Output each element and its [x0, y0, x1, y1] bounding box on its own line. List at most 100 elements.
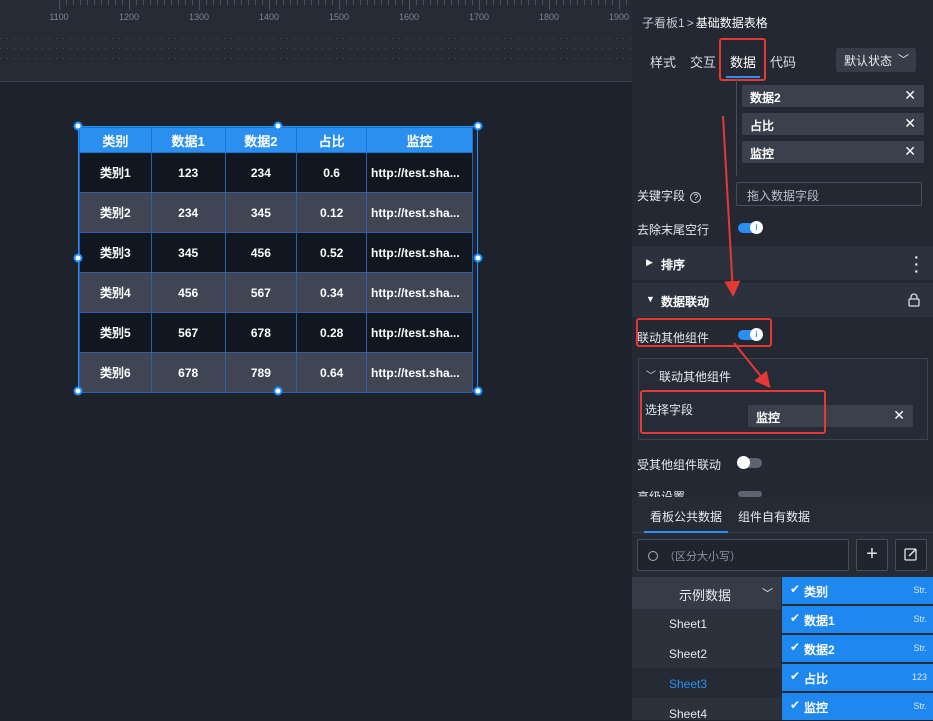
ruler-label: 1100 — [49, 12, 69, 22]
field-name: 数据1 — [804, 614, 835, 628]
resize-handle-bottom[interactable] — [273, 386, 283, 396]
table-cell: 456 — [150, 272, 226, 313]
ruler-minor-tick — [178, 0, 179, 5]
horizontal-ruler: 1100 1200 1300 1400 1500 1600 1700 1800 1900 — [0, 0, 683, 82]
check-icon: ✔ — [790, 611, 801, 625]
sheet-item[interactable]: Sheet4 — [669, 707, 707, 721]
field-type: Str. — [913, 643, 927, 653]
table-cell: 567 — [224, 272, 298, 313]
resize-handle-bl[interactable] — [73, 386, 83, 396]
ruler-minor-tick — [213, 0, 214, 5]
table-header-cell[interactable]: 类别 — [79, 127, 152, 153]
field-item[interactable]: ✔ 监控 Str. — [782, 693, 933, 720]
dataset-header[interactable]: 示例数据 ﹀ — [632, 577, 781, 609]
ruler-label: 1200 — [118, 12, 140, 22]
ruler-minor-tick — [556, 0, 557, 5]
properties-panel: 子看板1 > 基础数据表格 样式 交互 数据 代码 默认状态 ﹀ 数据2 ✕ 占比 … — [632, 0, 933, 721]
ruler-minor-tick — [94, 0, 95, 5]
ruler-minor-tick — [164, 0, 165, 5]
field-item[interactable]: ✔ 占比 123 — [782, 664, 933, 691]
ruler-tick — [549, 0, 550, 10]
table-header-cell[interactable]: 数据1 — [150, 127, 226, 153]
tab-public-data[interactable]: 看板公共数据 — [643, 508, 729, 533]
field-type: Str. — [913, 701, 927, 711]
data-table-widget[interactable]: 类别 数据1 数据2 占比 监控 类别1 123 234 0.6 http://test.sha… — [78, 126, 478, 393]
table-header-cell[interactable]: 数据2 — [224, 127, 298, 153]
table-header-cell[interactable]: 占比 — [296, 127, 368, 153]
resize-handle-left[interactable] — [73, 253, 83, 263]
data-source-tabs: 看板公共数据 组件自有数据 — [632, 497, 933, 533]
ruler-tick — [619, 0, 620, 10]
table-cell: 234 — [150, 192, 226, 233]
ruler-minor-tick — [276, 0, 277, 5]
table-row[interactable]: 类别2 234 345 0.12 http://test.sha... — [79, 192, 473, 233]
ruler-minor-tick — [66, 0, 67, 5]
table-row[interactable]: 类别4 456 567 0.34 http://test.sha... — [79, 272, 473, 313]
ruler-minor-tick — [430, 0, 431, 5]
search-input[interactable]: （区分大小写） — [637, 539, 849, 571]
ruler-minor-tick — [451, 0, 452, 5]
edit-icon — [904, 548, 917, 561]
ruler-minor-tick — [234, 0, 235, 5]
table-cell: 345 — [224, 192, 298, 233]
field-item[interactable]: ✔ 数据1 Str. — [782, 606, 933, 633]
resize-handle-top[interactable] — [273, 121, 283, 131]
table-cell: http://test.sha... — [366, 192, 473, 233]
resize-handle-br[interactable] — [473, 386, 483, 396]
table-cell: 567 — [150, 312, 226, 353]
design-canvas[interactable]: 1100 1200 1300 1400 1500 1600 1700 1800 1900 类别数… — [0, 0, 683, 720]
resize-handle-tl[interactable] — [73, 121, 83, 131]
table-cell: 345 — [150, 232, 226, 273]
ruler-minor-tick — [206, 0, 207, 5]
receive-link-label: 受其他组件联动 — [637, 458, 722, 472]
field-item[interactable]: ✔ 数据2 Str. — [782, 635, 933, 662]
table-cell: 678 — [224, 312, 298, 353]
dataset-name: 示例数据 — [679, 588, 732, 603]
resize-handle-tr[interactable] — [473, 121, 483, 131]
ruler-minor-tick — [563, 0, 564, 5]
add-button[interactable]: + — [856, 539, 888, 571]
ruler-label: 1300 — [188, 12, 210, 22]
check-icon: ✔ — [790, 698, 801, 712]
ruler-minor-tick — [605, 0, 606, 5]
table-cell: 789 — [224, 352, 298, 393]
ruler-label: 1600 — [398, 12, 420, 22]
ruler-minor-tick — [101, 0, 102, 5]
ruler-label: 1700 — [468, 12, 490, 22]
table-cell: 0.6 — [296, 152, 368, 193]
ruler-minor-tick — [171, 0, 172, 5]
field-item[interactable]: ✔ 类别 Str. — [782, 577, 933, 604]
ruler-minor-tick — [374, 0, 375, 5]
table-header-cell[interactable]: 监控 — [366, 127, 473, 153]
resize-handle-right[interactable] — [473, 253, 483, 263]
ruler-dots — [0, 38, 632, 39]
table-row[interactable]: 类别3 345 456 0.52 http://test.sha... — [79, 232, 473, 273]
ruler-minor-tick — [283, 0, 284, 5]
receive-link-toggle[interactable] — [737, 456, 762, 469]
ruler-minor-tick — [80, 0, 81, 5]
ruler-minor-tick — [521, 0, 522, 5]
sheet-item-selected[interactable]: Sheet3 — [669, 677, 707, 691]
ruler-minor-tick — [626, 0, 627, 5]
ruler-minor-tick — [157, 0, 158, 5]
table-cell: 类别2 — [79, 192, 152, 233]
table-cell: 0.52 — [296, 232, 368, 273]
tab-own-data[interactable]: 组件自有数据 — [738, 508, 810, 525]
table-cell: 类别6 — [79, 352, 152, 393]
field-name: 数据2 — [804, 643, 835, 657]
ruler-minor-tick — [500, 0, 501, 5]
table-row[interactable]: 类别1 123 234 0.6 http://test.sha... — [79, 152, 473, 193]
ruler-tick — [409, 0, 410, 10]
ruler-dots — [0, 48, 632, 49]
ruler-minor-tick — [220, 0, 221, 5]
ruler-minor-tick — [115, 0, 116, 5]
table-row[interactable]: 类别5 567 678 0.28 http://test.sha... — [79, 312, 473, 353]
edit-button[interactable] — [895, 539, 927, 571]
ruler-tick — [339, 0, 340, 10]
ruler-minor-tick — [318, 0, 319, 5]
ruler-minor-tick — [577, 0, 578, 5]
ruler-minor-tick — [255, 0, 256, 5]
field-name: 类别 — [804, 585, 829, 599]
sheet-item[interactable]: Sheet1 — [669, 617, 707, 631]
sheet-item[interactable]: Sheet2 — [669, 647, 707, 661]
